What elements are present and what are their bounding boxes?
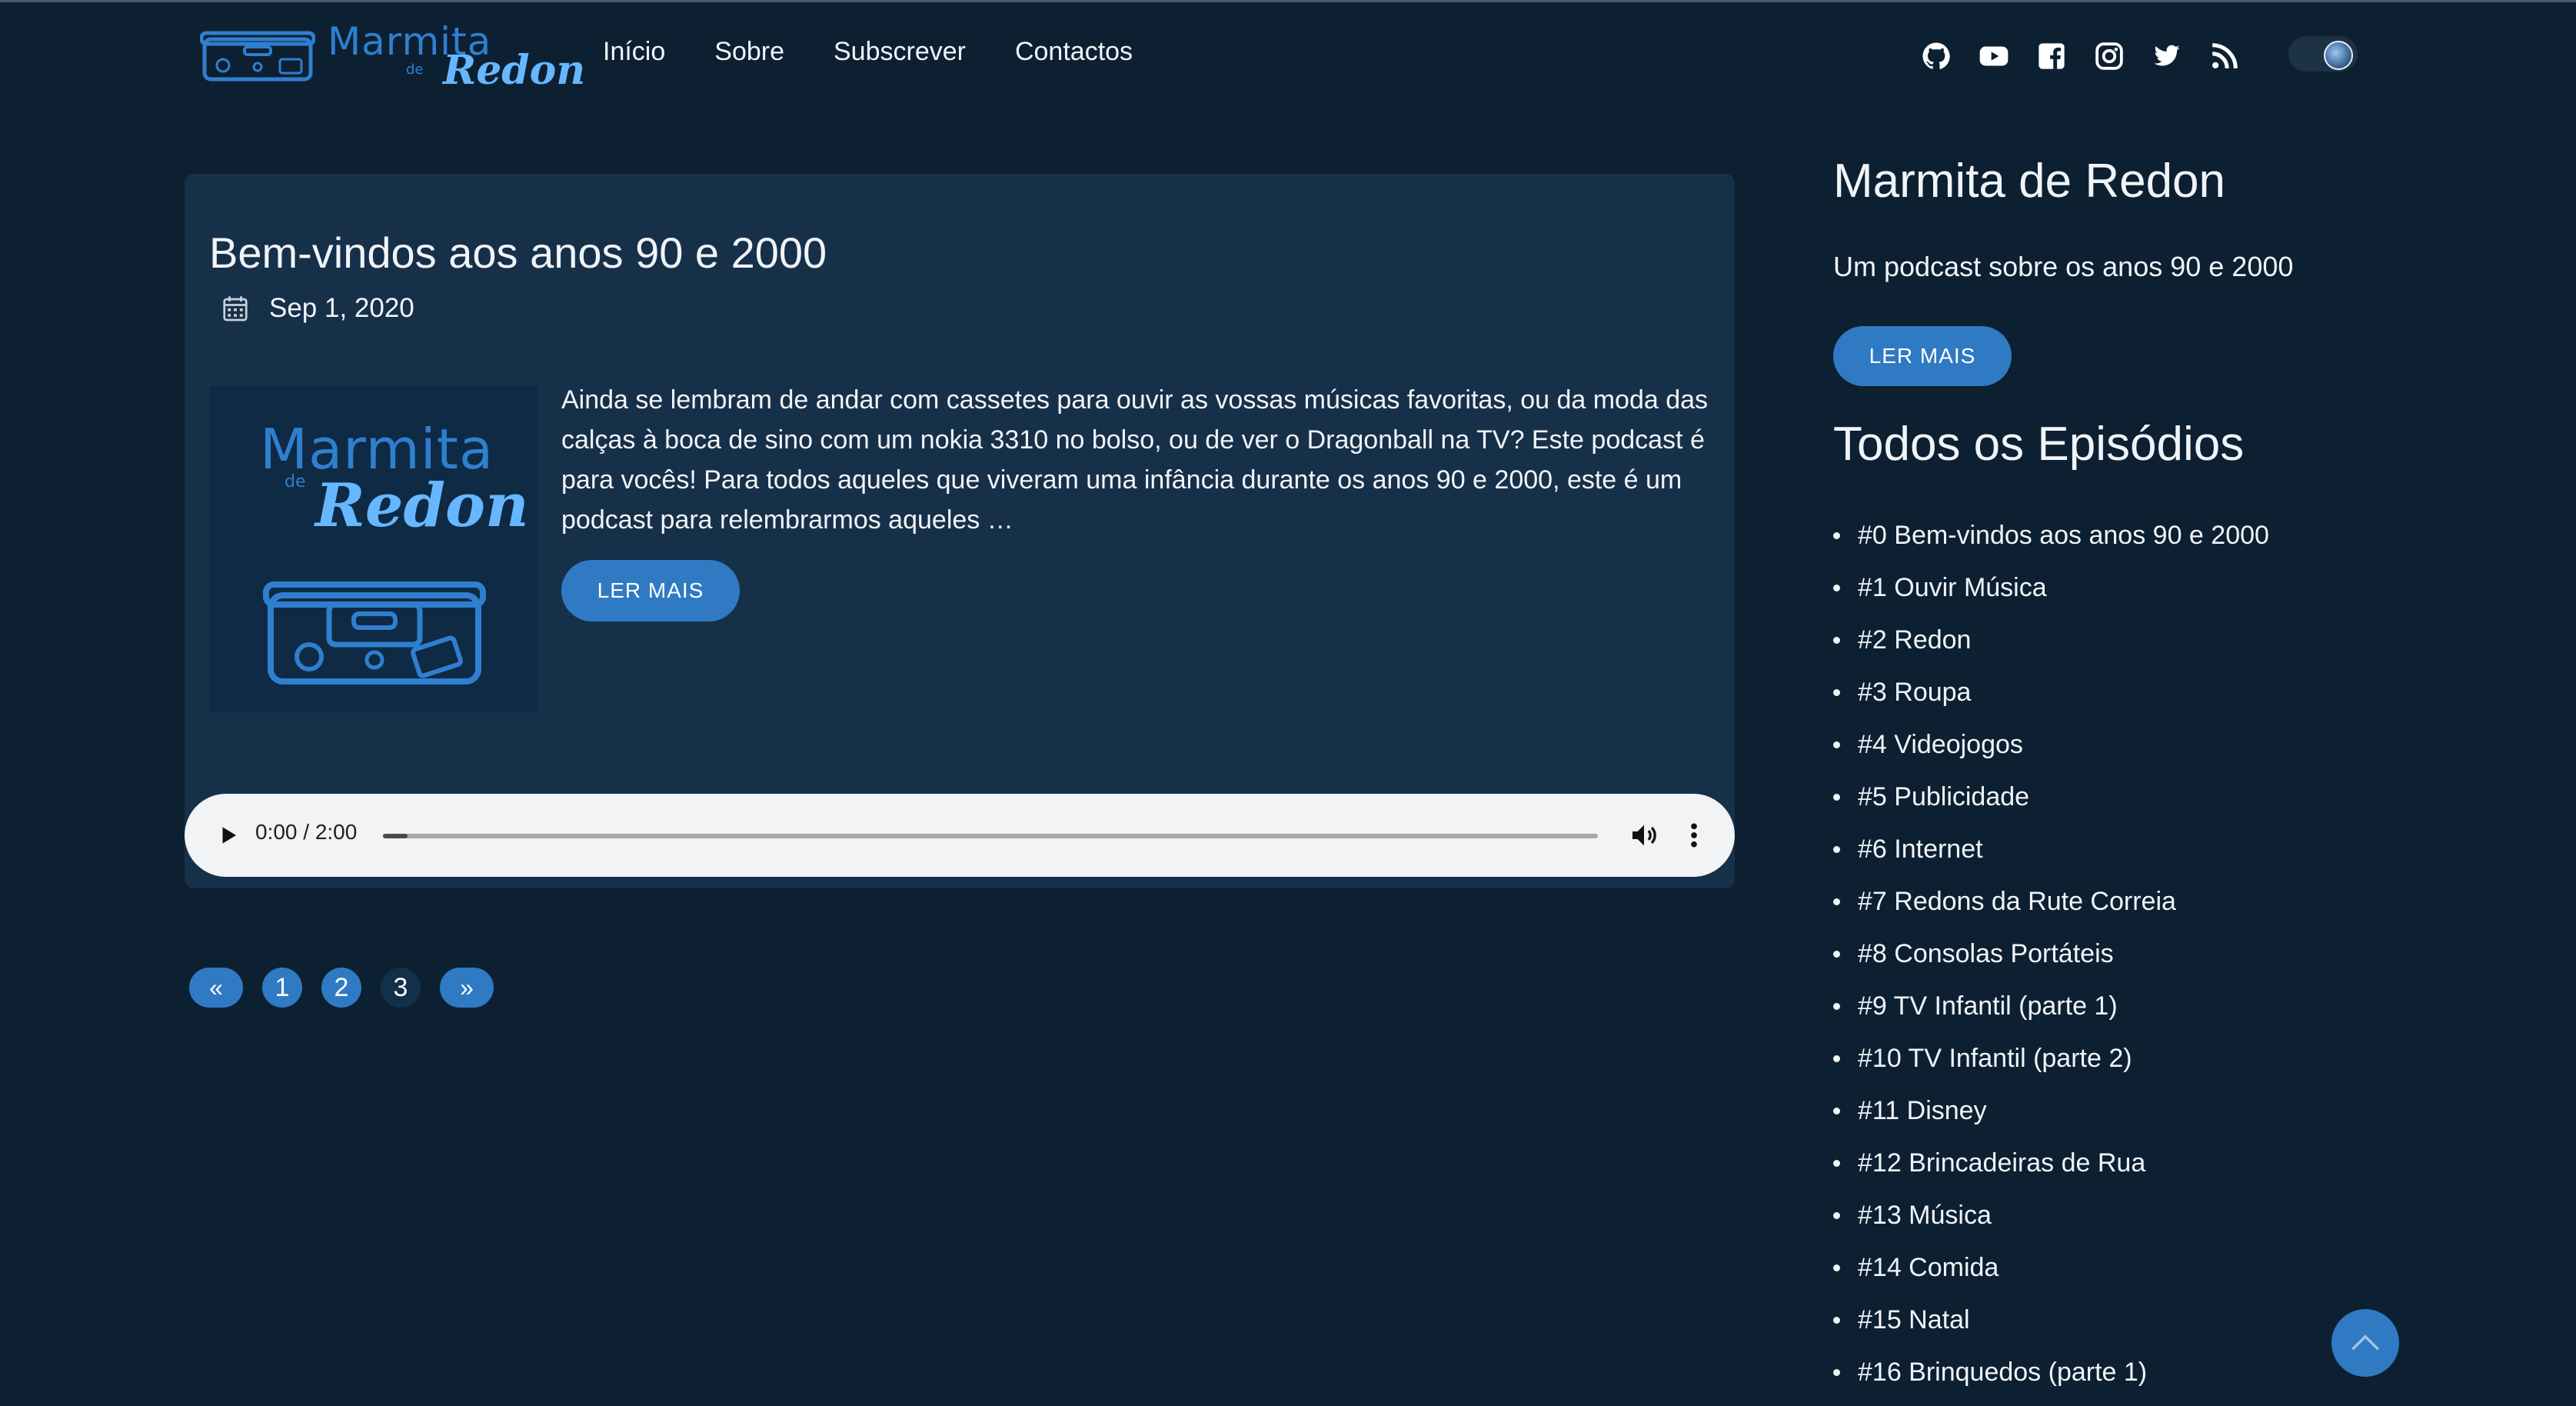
episodes-list: #0 Bem-vindos aos anos 90 e 2000 #1 Ouvir…: [1833, 514, 2269, 1403]
moon-icon: [2324, 41, 2353, 70]
episode-link[interactable]: #0 Bem-vindos aos anos 90 e 2000: [1833, 514, 2269, 566]
audio-time: 0:00 / 2:00: [255, 820, 358, 844]
sidebar-title: Marmita de Redon: [1833, 155, 2226, 208]
episode-link[interactable]: #14 Comida: [1833, 1246, 2269, 1298]
sidebar-read-more-button[interactable]: LER MAIS: [1833, 326, 2012, 386]
audio-seek-bar[interactable]: [383, 834, 1598, 838]
post-date-text: Sep 1, 2020: [269, 293, 414, 323]
post-thumbnail[interactable]: Marmita de Redon: [209, 386, 537, 712]
nav-sobre[interactable]: Sobre: [714, 37, 784, 67]
post-title[interactable]: Bem-vindos aos anos 90 e 2000: [209, 228, 827, 278]
more-options-icon[interactable]: [1686, 820, 1702, 854]
episode-link[interactable]: #7 Redons da Rute Correia: [1833, 880, 2269, 932]
main-nav: Início Sobre Subscrever Contactos: [603, 37, 1182, 67]
post-card: Bem-vindos aos anos 90 e 2000 Sep 1, 202…: [185, 174, 1735, 888]
play-icon[interactable]: [217, 823, 240, 851]
audio-player: 0:00 / 2:00: [185, 794, 1735, 877]
youtube-icon[interactable]: [1975, 38, 2012, 75]
nav-subscrever[interactable]: Subscrever: [834, 37, 966, 67]
github-icon[interactable]: [1918, 38, 1955, 75]
rss-icon[interactable]: [2206, 38, 2243, 75]
episode-link[interactable]: #1 Ouvir Música: [1833, 566, 2269, 618]
theme-toggle[interactable]: [2288, 36, 2358, 72]
pagination-prev[interactable]: «: [189, 968, 243, 1008]
logo-subtitle: Redon: [443, 47, 586, 94]
site-logo[interactable]: Marmita de Redon: [197, 19, 585, 94]
post-excerpt: Ainda se lembram de andar com cassetes p…: [561, 385, 1709, 535]
nav-inicio[interactable]: Início: [603, 37, 665, 67]
pagination-page-3[interactable]: 3: [381, 968, 421, 1008]
lunchbox-icon: [200, 31, 315, 82]
episode-link[interactable]: #4 Videojogos: [1833, 723, 2269, 775]
episode-link[interactable]: #15 Natal: [1833, 1298, 2269, 1351]
twitter-icon[interactable]: [2148, 38, 2185, 75]
sidebar-description: Um podcast sobre os anos 90 e 2000: [1833, 251, 2294, 282]
lunchbox-icon: [263, 581, 486, 685]
nav-contactos[interactable]: Contactos: [1015, 37, 1133, 67]
facebook-icon[interactable]: [2033, 38, 2070, 75]
calendar-icon: [221, 294, 249, 323]
volume-icon[interactable]: [1629, 820, 1659, 854]
episode-link[interactable]: #11 Disney: [1833, 1089, 2269, 1141]
social-links: [1918, 38, 2264, 75]
episode-link[interactable]: #3 Roupa: [1833, 671, 2269, 723]
episodes-title: Todos os Episódios: [1833, 418, 2245, 471]
pagination-page-1[interactable]: 1: [262, 968, 302, 1008]
episode-link[interactable]: #6 Internet: [1833, 828, 2269, 880]
episode-link[interactable]: #2 Redon: [1833, 618, 2269, 671]
logo-de: de: [406, 62, 424, 78]
scroll-to-top-button[interactable]: [2331, 1309, 2399, 1377]
thumbnail-de: de: [285, 472, 306, 491]
post-date: Sep 1, 2020: [221, 293, 414, 324]
read-more-button[interactable]: LER MAIS: [561, 560, 740, 621]
pagination: « 1 2 3 »: [189, 968, 513, 1008]
thumbnail-subtitle: Redon: [315, 471, 529, 541]
episode-link[interactable]: #12 Brincadeiras de Rua: [1833, 1141, 2269, 1194]
chevron-up-icon: [2351, 1334, 2379, 1351]
episode-link[interactable]: #13 Música: [1833, 1194, 2269, 1246]
instagram-icon[interactable]: [2091, 38, 2128, 75]
pagination-next[interactable]: »: [440, 968, 494, 1008]
site-header: Marmita de Redon Início Sobre Subscrever…: [0, 2, 2576, 102]
episode-link[interactable]: #16 Brinquedos (parte 1): [1833, 1351, 2269, 1403]
episode-link[interactable]: #10 TV Infantil (parte 2): [1833, 1037, 2269, 1089]
pagination-page-2[interactable]: 2: [321, 968, 361, 1008]
audio-progress: [383, 834, 408, 838]
episode-link[interactable]: #9 TV Infantil (parte 1): [1833, 985, 2269, 1037]
episode-link[interactable]: #8 Consolas Portáteis: [1833, 932, 2269, 985]
episode-link[interactable]: #5 Publicidade: [1833, 775, 2269, 828]
